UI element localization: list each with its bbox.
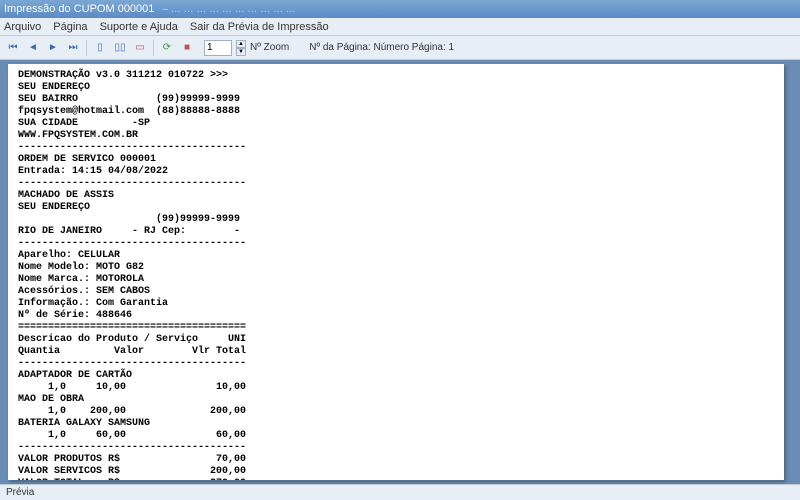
zoom-up-icon[interactable]: ▲ [236,40,246,48]
zoom-group: ▲ ▼ Nº Zoom [204,40,289,56]
menubar: Arquivo Página Suporte e Ajuda Sair da P… [0,18,800,36]
toolbar-separator [86,40,87,56]
single-page-button[interactable]: ▯ [91,39,109,57]
zoom-down-icon[interactable]: ▼ [236,48,246,56]
next-page-icon: ► [48,43,58,53]
page-number-label: Nº da Página: Número Página: 1 [309,42,454,53]
last-page-button[interactable]: ⏭ [64,39,82,57]
titlebar-subtitle: – … … … … … … … … … … [162,4,796,15]
two-page-icon: ▯▯ [114,43,125,53]
menu-pagina[interactable]: Página [53,21,87,33]
last-page-icon: ⏭ [69,43,78,53]
prev-page-button[interactable]: ◄ [24,39,42,57]
fit-page-button[interactable]: ▭ [131,39,149,57]
statusbar: Prévia [0,484,800,500]
refresh-icon: ⟳ [163,43,171,53]
zoom-spinner[interactable]: ▲ ▼ [236,40,246,56]
next-page-button[interactable]: ► [44,39,62,57]
titlebar: Impressão do CUPOM 000001 – … … … … … … … [0,0,800,18]
receipt-content: DEMONSTRAÇÃO v3.0 311212 010722 >>> SEU … [18,70,774,480]
menu-sair[interactable]: Sair da Prévia de Impressão [190,21,329,33]
zoom-label: Nº Zoom [250,42,289,53]
two-page-button[interactable]: ▯▯ [111,39,129,57]
close-icon: ■ [184,43,190,53]
close-preview-button[interactable]: ■ [178,39,196,57]
first-page-button[interactable]: ⏮ [4,39,22,57]
first-page-icon: ⏮ [9,43,18,53]
refresh-button[interactable]: ⟳ [158,39,176,57]
paper: DEMONSTRAÇÃO v3.0 311212 010722 >>> SEU … [8,64,784,480]
statusbar-text: Prévia [6,487,34,498]
zoom-input[interactable] [204,40,232,56]
preview-area: DEMONSTRAÇÃO v3.0 311212 010722 >>> SEU … [0,60,800,484]
fit-page-icon: ▭ [135,43,144,53]
single-page-icon: ▯ [97,43,103,53]
titlebar-title: Impressão do CUPOM 000001 [4,3,154,15]
menu-arquivo[interactable]: Arquivo [4,21,41,33]
menu-suporte[interactable]: Suporte e Ajuda [100,21,178,33]
toolbar: ⏮ ◄ ► ⏭ ▯ ▯▯ ▭ ⟳ ■ ▲ ▼ Nº Zoom Nº da Pág… [0,36,800,60]
toolbar-separator-2 [153,40,154,56]
print-preview-window: Impressão do CUPOM 000001 – … … … … … … … [0,0,800,500]
prev-page-icon: ◄ [28,43,38,53]
